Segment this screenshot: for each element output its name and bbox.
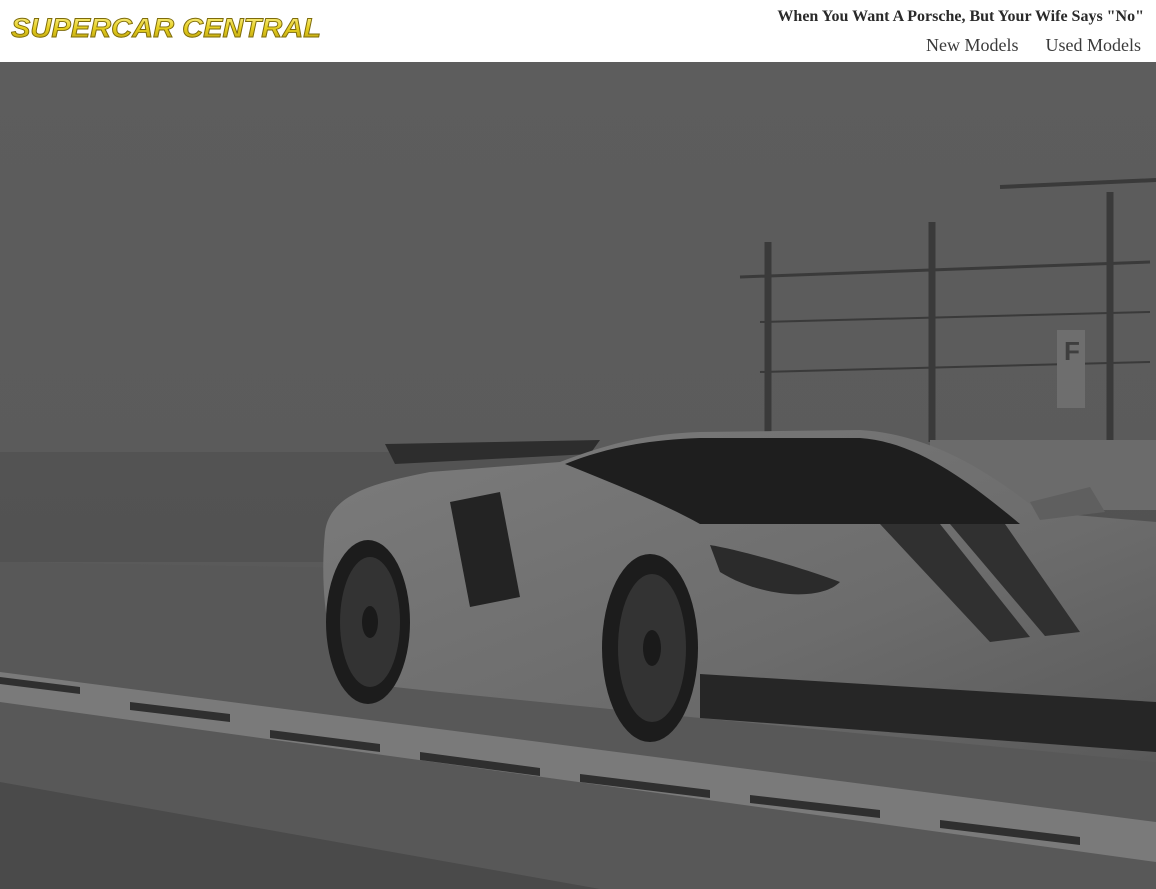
supercar-central-logo[interactable]: SUPERCAR CENTRAL (11, 12, 323, 42)
nav-used-models[interactable]: Used Models (1046, 35, 1142, 56)
site-header: SUPERCAR CENTRAL When You Want A Porsche… (0, 0, 1156, 62)
race-car-photo: F (0, 62, 1156, 889)
svg-text:F: F (1064, 336, 1080, 366)
site-tagline: When You Want A Porsche, But Your Wife S… (777, 8, 1144, 25)
main-nav: New Models Used Models (926, 35, 1141, 56)
hero-image: F (0, 62, 1156, 889)
nav-new-models[interactable]: New Models (926, 35, 1019, 56)
logo-text: SUPERCAR CENTRAL (11, 13, 321, 42)
